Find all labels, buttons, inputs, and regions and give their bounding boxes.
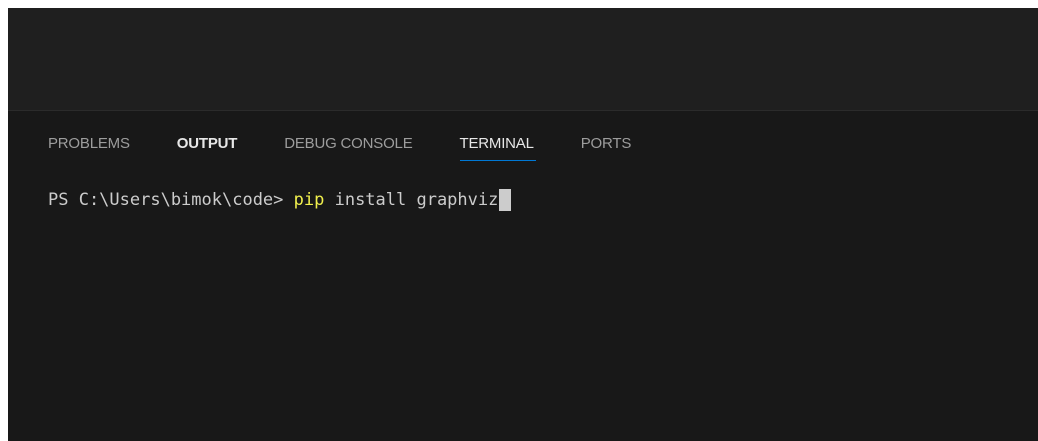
vscode-window: PROBLEMS OUTPUT DEBUG CONSOLE TERMINAL P… [8,8,1038,441]
terminal-cursor [499,189,512,211]
panel-tabs: PROBLEMS OUTPUT DEBUG CONSOLE TERMINAL P… [48,135,631,175]
terminal-input-line[interactable]: PS C:\Users\bimok\code> pip install grap… [48,188,512,212]
terminal-command-args: install graphviz [324,190,499,210]
bottom-panel: PROBLEMS OUTPUT DEBUG CONSOLE TERMINAL P… [8,110,1038,441]
tab-output[interactable]: OUTPUT [177,135,238,161]
tab-debug-console[interactable]: DEBUG CONSOLE [284,135,412,161]
tab-problems[interactable]: PROBLEMS [48,135,130,161]
tab-ports[interactable]: PORTS [581,135,632,161]
terminal-prompt: PS C:\Users\bimok\code> [48,190,294,210]
tab-terminal[interactable]: TERMINAL [459,135,537,161]
terminal-command-name: pip [293,190,325,210]
editor-area [8,8,1038,110]
